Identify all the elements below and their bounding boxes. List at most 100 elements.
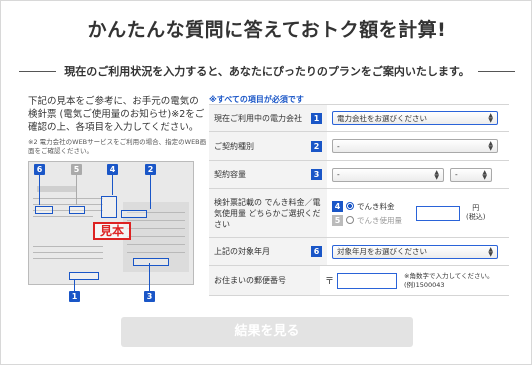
contract-capacity-label: 契約容量 (214, 170, 246, 179)
target-month-select[interactable]: 対象年月をお選びください ▲ ▼ (332, 244, 498, 259)
capacity-value-select[interactable]: - ▲ ▼ (332, 167, 444, 182)
calculator-panel: かんたんな質問に答えておトク額を計算! 現在のご利用状況を入力すると、あなたにぴ… (0, 0, 532, 365)
contract-type-label: ご契約種別 (214, 141, 254, 151)
select-arrows-icon: ▲ ▼ (434, 168, 439, 181)
badge-pointer (149, 263, 150, 291)
divider-right (477, 70, 515, 72)
badge-pointer (39, 175, 40, 205)
subtitle-text: 現在のご利用状況を入力すると、あなたにぴったりのプランをご案内いたします。 (64, 65, 470, 78)
bill-badge-3: 3 (144, 291, 155, 302)
row-label-cell: お住まいの郵便番号 (209, 266, 320, 295)
footnote-text: ※2 電力会社のWEBサービスをご利用の場合、指定のWEB画面をご確認ください。 (28, 138, 207, 155)
row-label-cell: 契約容量 3 (209, 161, 327, 188)
bill-line (127, 228, 185, 229)
step-badge-6: 6 (311, 246, 322, 257)
power-company-select-value: 電力会社をお選びください (337, 113, 427, 123)
bill-line (33, 258, 103, 259)
radio-charge-label: でんき料金 (357, 201, 395, 211)
postal-code-input[interactable] (337, 272, 397, 289)
highlight-capacity (133, 258, 169, 266)
instructions-text: 下記の見本をご参考に、お手元の電気の検針票 (電気ご使用量のお知らせ)※2をご確… (28, 96, 205, 133)
radio-usage-label: でんき使用量 (357, 215, 402, 225)
postal-mark: 〒 (324, 277, 334, 287)
power-company-select[interactable]: 電力会社をお選びください ▲ ▼ (332, 111, 498, 125)
page-title: かんたんな質問に答えておトク額を計算! (87, 19, 447, 41)
badge-pointer (112, 175, 113, 195)
capacity-unit-select-value: - (455, 170, 458, 179)
row-label-cell: 上記の対象年月 6 (209, 238, 327, 265)
divider-left (19, 70, 57, 72)
bill-badge-4: 4 (107, 164, 118, 175)
row-control-cell: 対象年月をお選びください ▲ ▼ (327, 238, 509, 265)
row-control-cell: - ▲ ▼ - ▲ ▼ (327, 161, 509, 188)
input-form: 現在ご利用中の電力会社 1 電力会社をお選びください ▲ ▼ ご契約種別 2 - … (209, 104, 509, 296)
bill-line (33, 198, 103, 199)
row-control-cell: 〒 ※角数字で入力してください。(例)1500043 (320, 266, 509, 295)
row-target-month: 上記の対象年月 6 対象年月をお選びください ▲ ▼ (209, 238, 509, 266)
bill-line (127, 220, 185, 221)
highlight-month (35, 206, 53, 214)
submit-button[interactable]: 結果を見る (121, 317, 413, 347)
step-badge-5: 5 (332, 214, 343, 226)
step-badge-1: 1 (311, 112, 322, 124)
badge-pointer (150, 175, 151, 209)
row-control-cell: 4 でんき料金 5 でんき使用量 円 (税込) (327, 189, 509, 237)
subtitle-bar: 現在のご利用状況を入力すると、あなたにぴったりのプランをご案内いたします。 (19, 63, 515, 79)
bill-amount-input[interactable] (416, 205, 460, 221)
bill-badge-2: 2 (145, 164, 156, 175)
bill-line (33, 204, 103, 205)
step-badge-4: 4 (332, 200, 343, 212)
sample-bill-image: 見本 (28, 161, 194, 285)
bill-amount-label: 検針票記載の でんき料金／電気使用量 どちらかご選択ください (214, 197, 321, 229)
target-month-label: 上記の対象年月 (214, 247, 270, 256)
highlight-usage (69, 206, 85, 214)
radio-charge[interactable] (346, 202, 354, 210)
step-badge-3: 3 (311, 169, 322, 180)
capacity-value-select-value: - (337, 170, 340, 179)
row-postal-code: お住まいの郵便番号 〒 ※角数字で入力してください。(例)1500043 (209, 266, 509, 296)
unit-tax: (税込) (466, 213, 486, 221)
radio-option-charge[interactable]: 4 でんき料金 (332, 200, 402, 212)
bill-line (127, 244, 185, 245)
unit-yen: 円 (472, 204, 480, 212)
row-contract-capacity: 契約容量 3 - ▲ ▼ - ▲ ▼ (209, 161, 509, 189)
step-badge-2: 2 (311, 140, 322, 152)
bill-line (127, 252, 185, 253)
select-arrows-icon: ▲ ▼ (488, 140, 493, 152)
postal-code-hint: ※角数字で入力してください。(例)1500043 (404, 272, 494, 289)
row-control-cell: - ▲ ▼ (327, 132, 509, 160)
badge-pointer (76, 175, 77, 205)
bill-line (127, 236, 185, 237)
contract-type-select-value: - (337, 141, 340, 151)
row-bill-amount: 検針票記載の でんき料金／電気使用量 どちらかご選択ください 4 でんき料金 5… (209, 189, 509, 238)
bill-amount-unit: 円 (税込) (466, 204, 485, 222)
row-label-cell: 検針票記載の でんき料金／電気使用量 どちらかご選択ください (209, 189, 327, 237)
capacity-unit-select[interactable]: - ▲ ▼ (450, 167, 492, 182)
target-month-select-value: 対象年月をお選びください (337, 247, 427, 256)
row-contract-type: ご契約種別 2 - ▲ ▼ (209, 132, 509, 161)
power-company-label: 現在ご利用中の電力会社 (214, 113, 302, 123)
radio-group: 4 でんき料金 5 でんき使用量 (332, 200, 402, 226)
bill-text-block (37, 186, 77, 192)
bill-badge-1: 1 (69, 291, 80, 302)
highlight-charge (101, 196, 117, 218)
bill-badge-6: 6 (34, 164, 45, 175)
radio-option-usage[interactable]: 5 でんき使用量 (332, 214, 402, 226)
postal-code-label: お住まいの郵便番号 (214, 276, 286, 285)
bill-badge-5: 5 (71, 164, 82, 175)
bill-line (33, 252, 103, 253)
row-control-cell: 電力会社をお選びください ▲ ▼ (327, 105, 509, 131)
bill-line (33, 246, 103, 247)
contract-type-select[interactable]: - ▲ ▼ (332, 139, 498, 153)
sample-stamp: 見本 (93, 222, 131, 240)
row-label-cell: 現在ご利用中の電力会社 1 (209, 105, 327, 131)
select-arrows-icon: ▲ ▼ (488, 112, 493, 124)
radio-usage[interactable] (346, 216, 354, 224)
row-label-cell: ご契約種別 2 (209, 132, 327, 160)
highlight-contract-type (121, 210, 147, 218)
bill-line (33, 216, 93, 217)
select-arrows-icon: ▲ ▼ (488, 245, 493, 258)
row-power-company: 現在ご利用中の電力会社 1 電力会社をお選びください ▲ ▼ (209, 105, 509, 132)
select-arrows-icon: ▲ ▼ (482, 168, 487, 181)
badge-pointer (74, 279, 75, 291)
